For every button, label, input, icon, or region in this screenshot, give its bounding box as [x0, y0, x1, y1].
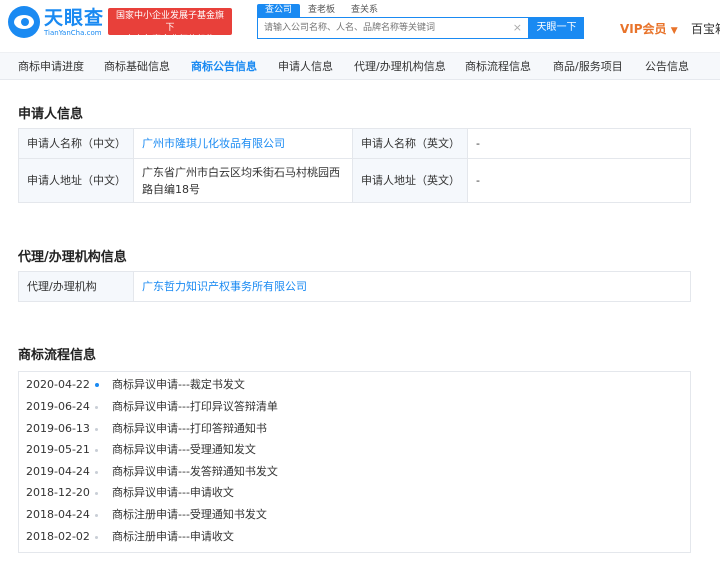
timeline-date: 2019-04-24 — [26, 465, 90, 478]
agency-table: 代理/办理机构 广东哲力知识产权事务所有限公司 — [18, 271, 691, 302]
timeline-text: 商标异议申请---申请收文 — [112, 486, 234, 499]
timeline-dot-icon — [95, 471, 98, 474]
logo-domain: TianYanCha.com — [44, 28, 102, 37]
timeline-dot-icon — [95, 492, 98, 495]
tab-notice-info[interactable]: 公告信息 — [645, 53, 689, 80]
timeline-date: 2018-02-02 — [26, 530, 90, 543]
applicant-table: 申请人名称（中文） 广州市隆琪儿化妆品有限公司 申请人名称（英文） - 申请人地… — [18, 128, 691, 203]
timeline-text: 商标注册申请---受理通知书发文 — [112, 508, 267, 521]
timeline-dot-icon — [95, 449, 98, 452]
timeline-item: 2019-05-21 商标异议申请---受理通知发文 — [19, 440, 690, 460]
search-type-tabs: 查公司 查老板 查关系 — [257, 4, 386, 17]
timeline-item: 2018-02-02 商标注册申请---申请收文 — [19, 527, 690, 547]
timeline-date: 2018-04-24 — [26, 508, 90, 521]
timeline-text: 商标异议申请---打印异议答辩清单 — [112, 400, 278, 413]
badge-line-2: 官方备案企业征信机构 — [124, 35, 215, 45]
timeline-dot-icon — [95, 406, 98, 409]
tab-applicant-info[interactable]: 申请人信息 — [278, 53, 333, 80]
caret-down-icon: ▼ — [670, 26, 678, 36]
vip-menu[interactable]: VIP会员 ▼ — [620, 20, 678, 37]
timeline-text: 商标异议申请---裁定书发文 — [112, 378, 245, 391]
timeline-item: 2019-06-13 商标异议申请---打印答辩通知书 — [19, 419, 690, 439]
timeline-dot-icon — [95, 514, 98, 517]
applicant-name-cn-label: 申请人名称（中文） — [18, 128, 134, 159]
timeline-date: 2018-12-20 — [26, 486, 90, 499]
applicant-name-cn-link[interactable]: 广州市隆琪儿化妆品有限公司 — [142, 137, 285, 150]
search-box: × — [257, 17, 529, 39]
tab-search-boss[interactable]: 查老板 — [300, 4, 343, 17]
search-input[interactable] — [258, 18, 508, 38]
tab-search-relation[interactable]: 查关系 — [343, 4, 386, 17]
tab-goods-services[interactable]: 商品/服务项目 — [553, 53, 623, 80]
timeline-item: 2018-04-24 商标注册申请---受理通知书发文 — [19, 505, 690, 525]
applicant-addr-en-label: 申请人地址（英文） — [352, 158, 468, 203]
timeline-dot-icon — [95, 383, 99, 387]
timeline-date: 2019-06-13 — [26, 422, 90, 435]
tab-announcement-info[interactable]: 商标公告信息 — [191, 53, 257, 80]
applicant-addr-en-value: - — [467, 158, 691, 203]
timeline-item: 2019-04-24 商标异议申请---发答辩通知书发文 — [19, 462, 690, 482]
timeline-item: 2018-12-20 商标异议申请---申请收文 — [19, 483, 690, 503]
timeline-text: 商标注册申请---申请收文 — [112, 530, 234, 543]
timeline-date: 2019-05-21 — [26, 443, 90, 456]
tianyancha-logo[interactable]: 天眼查 TianYanCha.com — [8, 6, 104, 38]
timeline-item: 2019-06-24 商标异议申请---打印异议答辩清单 — [19, 397, 690, 417]
timeline-date: 2019-06-24 — [26, 400, 90, 413]
applicant-addr-cn-value: 广东省广州市白云区均禾街石马村桃园西路自编18号 — [133, 158, 353, 203]
search-button[interactable]: 天眼一下 — [529, 17, 584, 39]
badge-line-1: 国家中小企业发展子基金旗下 — [115, 11, 224, 33]
timeline-dot-icon — [95, 428, 98, 431]
baibao-menu[interactable]: 百宝箱 — [691, 20, 720, 37]
applicant-name-en-value: - — [467, 128, 691, 159]
tab-basic-info[interactable]: 商标基础信息 — [104, 53, 170, 80]
tab-agency-info[interactable]: 代理/办理机构信息 — [354, 53, 446, 80]
timeline-date: 2020-04-22 — [26, 378, 90, 391]
timeline-text: 商标异议申请---打印答辩通知书 — [112, 422, 267, 435]
timeline-dot-icon — [95, 536, 98, 539]
tab-search-company[interactable]: 查公司 — [257, 4, 301, 17]
eye-logo-icon — [8, 6, 40, 38]
logo-name: 天眼查 — [44, 6, 105, 29]
tab-process-info[interactable]: 商标流程信息 — [465, 53, 531, 80]
applicant-name-en-label: 申请人名称（英文） — [352, 128, 468, 159]
timeline-text: 商标异议申请---发答辩通知书发文 — [112, 465, 278, 478]
detail-tab-nav: 商标申请进度 商标基础信息 商标公告信息 申请人信息 代理/办理机构信息 商标流… — [0, 52, 720, 80]
process-timeline: 2020-04-22 商标异议申请---裁定书发文 2019-06-24 商标异… — [18, 371, 691, 553]
process-section-title: 商标流程信息 — [18, 348, 97, 363]
timeline-text: 商标异议申请---受理通知发文 — [112, 443, 256, 456]
tab-application-progress[interactable]: 商标申请进度 — [18, 53, 84, 80]
applicant-section-title: 申请人信息 — [18, 107, 84, 122]
agency-label: 代理/办理机构 — [18, 271, 134, 302]
vip-label: VIP会员 — [620, 22, 667, 36]
agency-name-link[interactable]: 广东哲力知识产权事务所有限公司 — [142, 280, 307, 293]
clear-icon[interactable]: × — [513, 21, 522, 34]
agency-section-title: 代理/办理机构信息 — [18, 250, 127, 265]
official-badge: 国家中小企业发展子基金旗下 官方备案企业征信机构 — [108, 8, 232, 45]
top-header: 天眼查 TianYanCha.com 国家中小企业发展子基金旗下 官方备案企业征… — [0, 0, 720, 52]
timeline-item: 2020-04-22 商标异议申请---裁定书发文 — [19, 375, 690, 395]
applicant-addr-cn-label: 申请人地址（中文） — [18, 158, 134, 203]
